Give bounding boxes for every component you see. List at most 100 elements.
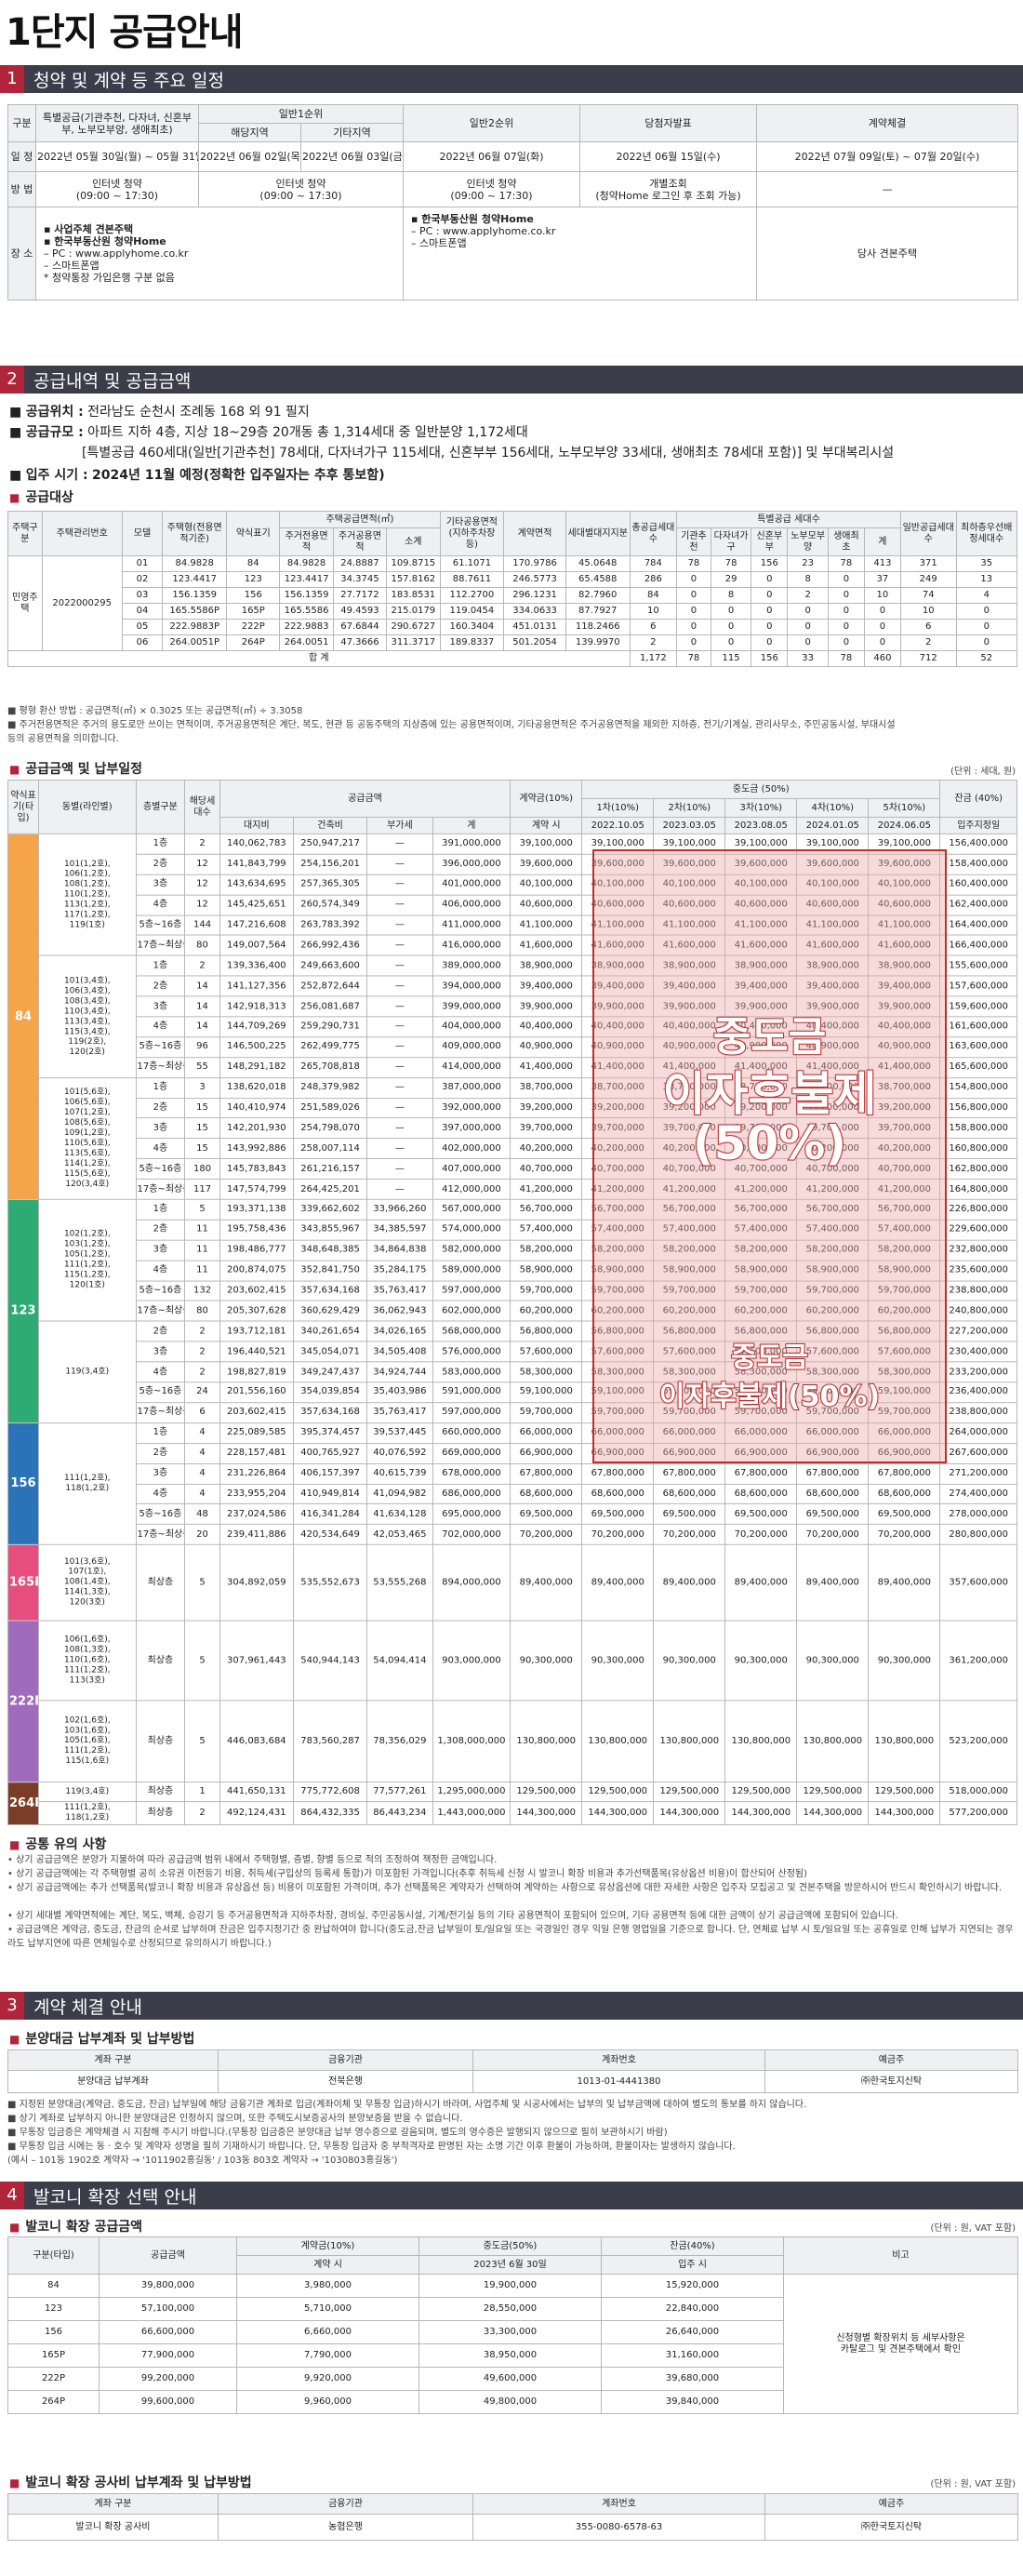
cell: 19,900,000 (418, 2274, 602, 2298)
cell: 68,600,000 (653, 1483, 726, 1505)
cell: 156.1359 (162, 587, 228, 604)
cell: 78 (827, 650, 865, 667)
cell: — (366, 935, 433, 956)
cell: 5 (184, 1543, 220, 1622)
cell: 80 (184, 1300, 220, 1322)
cell: 343,855,967 (292, 1219, 368, 1241)
th: 계약금(10%) (510, 779, 583, 818)
cell: 165.5586 (279, 603, 334, 620)
cell: 501.2054 (503, 634, 566, 651)
cell: 357,634,168 (292, 1402, 368, 1423)
cell: 5 (184, 1700, 220, 1783)
cell: 최상층 (135, 1700, 186, 1783)
cell: 155,600,000 (939, 954, 1017, 977)
supply-scale-detail: [특별공급 460세대(일반[기관추천] 78세대, 다자녀가구 115세대, … (82, 446, 895, 460)
cell: 58,900,000 (510, 1260, 583, 1282)
cell: 264,000,000 (939, 1421, 1017, 1444)
cell: 40,400,000 (510, 1016, 583, 1038)
cell: 17층~최상층 (135, 1178, 186, 1200)
cell: 669,000,000 (432, 1442, 512, 1464)
cell: 129,500,000 (724, 1782, 798, 1803)
cell: 140,062,783 (219, 833, 294, 855)
cell: 15 (184, 1138, 220, 1160)
th: 중도금 (50%) (581, 779, 941, 799)
cell: 248,379,982 (292, 1076, 368, 1099)
cell: 0 (751, 619, 789, 635)
cell: 84 (7, 2274, 100, 2298)
cell: 183.8531 (386, 587, 441, 604)
th-contract: 계약체결 (756, 104, 1019, 142)
cell: 2 (184, 1801, 220, 1826)
cell: — (366, 874, 433, 896)
cell: 360,629,429 (292, 1300, 368, 1322)
cell: 47.3666 (332, 634, 388, 651)
th: 금융기관 (218, 2493, 473, 2515)
cell: 238,800,000 (939, 1280, 1017, 1301)
cell: 222.9883P (162, 619, 228, 635)
cell: 66,600,000 (99, 2320, 237, 2344)
cell: 577,200,000 (939, 1801, 1017, 1826)
th: 부가세 (366, 816, 433, 834)
cell: 156.1359 (279, 587, 334, 604)
cell: 7,790,000 (236, 2343, 419, 2368)
cell: 523,200,000 (939, 1700, 1017, 1783)
th: 계좌 구분 (7, 2049, 219, 2071)
cell: 198,827,819 (219, 1361, 294, 1383)
cell: 240,800,000 (939, 1300, 1017, 1322)
cell: 165P (226, 603, 281, 620)
cell: 11 (184, 1239, 220, 1261)
th: 잔금 (40%) (939, 779, 1017, 818)
cell: 402,000,000 (432, 1138, 512, 1160)
cell: 257,365,305 (292, 874, 368, 896)
cell: 34,864,838 (366, 1239, 433, 1261)
type-badge-156: 156 (7, 1421, 39, 1545)
dong-label: 106(1,6호), 108(1,3호), 110(1,6호), 111(1,2… (38, 1620, 137, 1702)
cell: 59,700,000 (510, 1280, 583, 1301)
cell: 69,500,000 (868, 1503, 941, 1526)
cell: — (366, 1117, 433, 1140)
cell: 784 (629, 555, 678, 572)
th: 2024.06.05 (868, 816, 941, 834)
cell: 260,574,349 (292, 894, 368, 916)
cell: 39,400,000 (510, 975, 583, 997)
cell: 69,500,000 (510, 1503, 583, 1526)
cell: 0 (955, 603, 1018, 620)
th: 주택관리번호 (41, 511, 123, 556)
place-line: – PC : www.applyhome.co.kr (411, 225, 556, 237)
th: 계좌번호 (472, 2493, 765, 2515)
cell: 1,295,000,000 (432, 1782, 512, 1803)
dong-label: 102(1,6호), 103(1,6호), 105(1,6호), 111(1,2… (38, 1700, 137, 1783)
table-row: 03 156.1359 156 156.1359 27.7172 183.8531 112.… (8, 587, 1018, 604)
cell: 1 (184, 1782, 220, 1803)
cell: 6 (184, 1402, 220, 1423)
cell: 2022000295 (41, 555, 123, 651)
value: 2024년 11월 예정(정확한 입주일자는 추후 통보함) (92, 468, 385, 483)
table-row: 222P106(1,6호), 108(1,3호), 110(1,6호), 111… (7, 1620, 1017, 1783)
interest-label-line: 중도금 (712, 1012, 827, 1061)
cell: 404,000,000 (432, 1016, 512, 1038)
cell: — (366, 1076, 433, 1099)
cell: 61.1071 (439, 555, 505, 572)
cell: 160,800,000 (939, 1138, 1017, 1160)
cell: 265,708,818 (292, 1057, 368, 1078)
cell: 264P (7, 2390, 100, 2414)
cell: 3 (184, 1076, 220, 1099)
cell: 최상층 (135, 1782, 186, 1803)
cell: 70,200,000 (724, 1524, 798, 1545)
cell: 157,600,000 (939, 975, 1017, 997)
cell: 78 (676, 650, 711, 667)
account-note: ■ 지정된 분양대금(계약금, 중도금, 잔금) 납부일에 해당 금융기관 계좌… (7, 2100, 807, 2110)
cell: 144,300,000 (653, 1801, 726, 1826)
supply-scale: ■ 공급규모 : 아파트 지하 4층, 지상 18~29층 20개동 총 1,3… (9, 425, 528, 440)
cell: 371 (899, 555, 957, 572)
cell: 156 (751, 650, 789, 667)
cell: 230,400,000 (939, 1341, 1017, 1363)
cell: 252,872,644 (292, 975, 368, 997)
cell: 70,200,000 (510, 1524, 583, 1545)
type-badge-165P: 165P (7, 1543, 39, 1622)
cell: 70,200,000 (796, 1524, 870, 1545)
cell: 2 (184, 1320, 220, 1342)
th-second: 일반2순위 (403, 104, 581, 142)
cell: — (366, 1036, 433, 1058)
cell: 86,443,234 (366, 1801, 433, 1826)
